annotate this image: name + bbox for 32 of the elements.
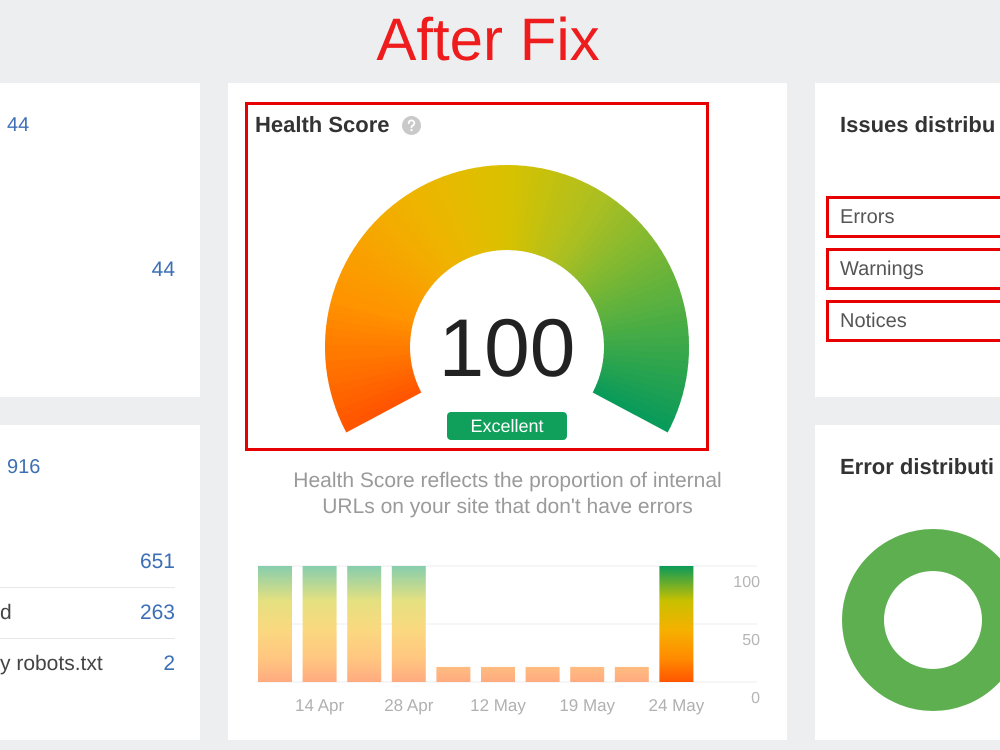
axis-label: 28 Apr <box>384 696 434 715</box>
page-title: After Fix <box>375 5 601 75</box>
row-value: 263 <box>140 601 175 625</box>
help-icon[interactable] <box>402 116 420 134</box>
panel-title: Error distributi <box>840 455 996 479</box>
issue-row: Notices <box>826 300 1000 342</box>
issue-row: Errors <box>826 196 1000 238</box>
row-label: y robots.txt <box>0 652 103 676</box>
axis-label: 12 May <box>470 696 526 715</box>
bar <box>481 666 515 682</box>
stat-value: 916 <box>6 455 42 479</box>
row-label: d <box>0 601 12 625</box>
row-value: 2 <box>163 652 175 676</box>
axis-tick-label: 50 <box>742 632 760 649</box>
row-value: 651 <box>140 550 175 574</box>
row-value: 44 <box>152 258 175 282</box>
axis-tick-label: 100 <box>733 574 760 591</box>
stat-value: 44 <box>6 113 30 137</box>
bar <box>570 666 604 682</box>
axis-label: 24 May <box>648 696 704 715</box>
axis-tick-label: 0 <box>751 690 760 707</box>
bar <box>436 666 470 682</box>
bar <box>614 666 649 682</box>
rating-badge: Excellent <box>447 412 567 440</box>
bar <box>526 666 560 682</box>
description-text: Health Score reflects the proportion of internal URLs on your site that don't have errors <box>292 468 723 520</box>
issue-row: Warnings <box>826 248 1000 290</box>
panel-title: Health Score <box>255 113 390 137</box>
score-value: 100 <box>438 308 576 390</box>
panel-title: Issues distribu <box>840 113 996 137</box>
axis-label: 19 May <box>559 696 616 715</box>
axis-label: 14 Apr <box>295 696 344 715</box>
